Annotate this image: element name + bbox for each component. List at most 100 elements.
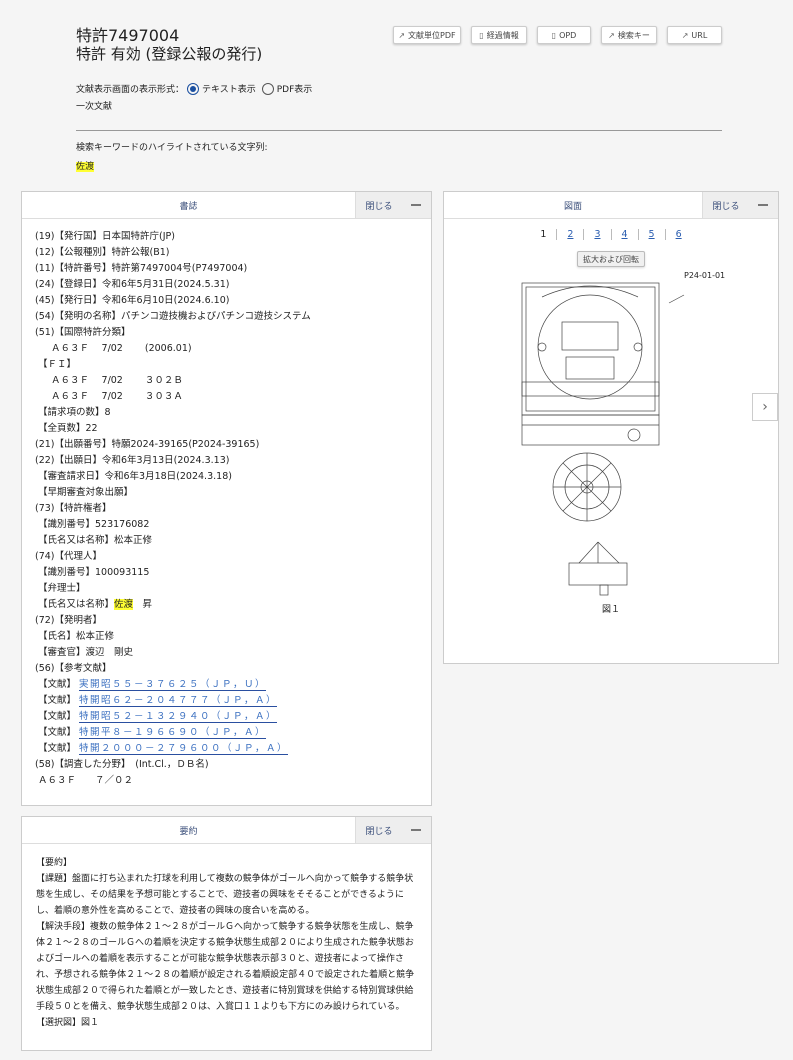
radio-text-label[interactable]: テキスト表示 xyxy=(202,82,256,95)
drawings-close-button[interactable]: 閉じる xyxy=(702,192,778,218)
reference-link[interactable]: 特開平８－１９６６９０（ＪＰ，Ａ） xyxy=(79,727,267,739)
doc-pdf-button[interactable]: ↗ 文献単位PDF xyxy=(393,26,461,44)
biblio-line: (74)【代理人】 xyxy=(35,551,103,562)
reference-link[interactable]: 実開昭５５－３７６２５（ＪＰ，Ｕ） xyxy=(79,679,267,691)
agent-name-line: 【氏名又は名称】佐渡 昇 xyxy=(35,597,431,613)
biblio-line: (73)【特許権者】 xyxy=(35,503,112,514)
radio-pdf-label[interactable]: PDF表示 xyxy=(277,82,313,95)
figure-caption: 図１ xyxy=(601,605,620,615)
biblio-line: 【氏名】松本正修 xyxy=(38,631,115,642)
biblio-line: 【早期審査対象出願】 xyxy=(38,487,134,498)
biblio-line: 【請求項の数】8 xyxy=(38,407,111,418)
biblio-line: 【全頁数】22 xyxy=(38,423,98,434)
field-label: 【文献】 xyxy=(38,743,77,754)
biblio-line: (11)【特許番号】特許第7497004号(P7497004) xyxy=(35,263,248,274)
reference-item: 【文献】 特開平８－１９６６９０（ＪＰ，Ａ） xyxy=(35,725,431,741)
field-label: 【氏名又は名称】 xyxy=(38,599,115,610)
abstract-close-button[interactable]: 閉じる xyxy=(355,817,431,843)
abstract-panel: 要約 閉じる 【要約】 【課題】盤面に打ち込まれた打球を利用して複数の競争体がゴ… xyxy=(21,816,432,1051)
external-link-icon: ↗ xyxy=(398,30,406,40)
biblio-line: (19)【発行国】日本国特許庁(JP) xyxy=(35,231,175,242)
biblio-line: 【氏名又は名称】松本正修 xyxy=(38,535,153,546)
biblio-close-button[interactable]: 閉じる xyxy=(355,192,431,218)
biblio-line: (58)【調査した分野】 (Int.Cl.，ＤＢ名) xyxy=(35,759,209,770)
close-label: 閉じる xyxy=(712,201,740,212)
page-link-2[interactable]: 2 xyxy=(556,229,583,240)
close-label: 閉じる xyxy=(365,201,393,212)
reference-item: 【文献】 特開昭５２－１３２９４０（ＪＰ，Ａ） xyxy=(35,709,431,725)
progress-info-button[interactable]: ▯ 経過情報 xyxy=(471,26,527,44)
page-link-5[interactable]: 5 xyxy=(637,229,665,240)
biblio-panel-title: 書誌 xyxy=(179,201,198,212)
highlighted-keyword: 佐渡 xyxy=(76,162,95,172)
page-link-3[interactable]: 3 xyxy=(583,229,610,240)
biblio-line: Ａ６３Ｆ ７／０２ xyxy=(38,775,134,786)
biblio-line: 【弁理士】 xyxy=(38,583,86,594)
reference-item: 【文献】 実開昭５５－３７６２５（ＪＰ，Ｕ） xyxy=(35,677,431,693)
patent-status: 特許 有効 (登録公報の発行) xyxy=(76,45,263,63)
name-rest: 昇 xyxy=(142,599,153,610)
abstract-solution: 【解決手段】複数の競争体２１～２８がゴールＧへ向かって競争する競争状態を生成し、… xyxy=(36,922,415,1012)
keyword-label: 検索キーワードのハイライトされている文字列: xyxy=(76,143,268,153)
radio-text-view[interactable] xyxy=(187,82,200,95)
field-label: 【文献】 xyxy=(38,711,77,722)
biblio-line: (21)【出願番号】特願2024-39165(P2024-39165) xyxy=(35,439,260,450)
display-format-label: 文献表示画面の表示形式： xyxy=(76,85,185,95)
page-link-6[interactable]: 6 xyxy=(664,229,692,240)
biblio-line: (12)【公報種別】特許公報(B1) xyxy=(35,247,170,258)
display-format: 文献表示画面の表示形式： テキスト表示 PDF表示 xyxy=(76,82,312,95)
page-link-4[interactable]: 4 xyxy=(610,229,638,240)
opd-button[interactable]: ▯ OPD xyxy=(537,26,591,44)
reference-item: 【文献】 特開昭６２－２０４７７７（ＪＰ，Ａ） xyxy=(35,693,431,709)
biblio-panel: 書誌 閉じる (19)【発行国】日本国特許庁(JP) (12)【公報種別】特許公… xyxy=(21,191,432,806)
abstract-heading: 【要約】 xyxy=(36,858,73,868)
biblio-line: 【ＦＩ】 xyxy=(38,359,77,370)
abstract-selected-figure: 【選択図】図１ xyxy=(36,1018,100,1028)
reference-link[interactable]: 特開昭６２－２０４７７７（ＪＰ，Ａ） xyxy=(79,695,278,707)
divider xyxy=(76,130,722,131)
biblio-line: Ａ６３Ｆ 7/02 ３０２Ｂ xyxy=(51,375,183,386)
minimize-icon xyxy=(411,829,422,831)
close-label: 閉じる xyxy=(365,826,393,837)
biblio-line: (54)【発明の名称】パチンコ遊技機およびパチンコ遊技システム xyxy=(35,311,311,322)
biblio-line: Ａ６３Ｆ 7/02 (2006.01) xyxy=(51,343,192,354)
button-label: 検索キー xyxy=(617,30,650,40)
field-label: 【文献】 xyxy=(38,727,77,738)
patent-drawing: P24-01-01 図１ xyxy=(444,267,778,615)
biblio-line: 【識別番号】523176082 xyxy=(38,519,150,530)
biblio-line: (56)【参考文献】 xyxy=(35,663,112,674)
button-label: URL xyxy=(691,30,708,40)
highlighted-keyword: 佐渡 xyxy=(114,599,134,610)
biblio-line: (51)【国際特許分類】 xyxy=(35,327,131,338)
page-1: 1 xyxy=(540,229,547,240)
search-key-button[interactable]: ↗ 検索キー xyxy=(601,26,657,44)
reference-link[interactable]: 特開昭５２－１３２９４０（ＪＰ，Ａ） xyxy=(79,711,278,723)
minimize-icon xyxy=(411,204,422,206)
zoom-rotate-button[interactable]: 拡大および回転 xyxy=(577,251,645,267)
biblio-line: 【審査官】渡辺 剛史 xyxy=(38,647,134,658)
abstract-panel-title: 要約 xyxy=(179,826,198,837)
reference-link[interactable]: 特開２０００－２７９６００（ＪＰ，Ａ） xyxy=(79,743,289,755)
biblio-line: (72)【発明者】 xyxy=(35,615,103,626)
external-link-icon: ↗ xyxy=(681,30,689,40)
minimize-icon xyxy=(758,204,769,206)
biblio-line: Ａ６３Ｆ 7/02 ３０３Ａ xyxy=(51,391,183,402)
document-icon: ▯ xyxy=(551,30,557,40)
reference-item: 【文献】 特開２０００－２７９６００（ＪＰ，Ａ） xyxy=(35,741,431,757)
biblio-line: 【審査請求日】令和6年3月18日(2024.3.18) xyxy=(38,471,232,482)
url-button[interactable]: ↗ URL xyxy=(667,26,722,44)
biblio-line: (45)【発行日】令和6年6月10日(2024.6.10) xyxy=(35,295,230,306)
figure-1-drawing xyxy=(521,282,685,596)
radio-pdf-view[interactable] xyxy=(261,82,274,95)
abstract-content: 【要約】 【課題】盤面に打ち込まれた打球を利用して複数の競争体がゴールへ向かって… xyxy=(22,844,431,1031)
external-link-icon: ↗ xyxy=(608,30,615,40)
abstract-problem: 【課題】盤面に打ち込まれた打球を利用して複数の競争体がゴールへ向かって競争する競… xyxy=(36,874,414,916)
chevron-right-icon: › xyxy=(762,399,768,415)
biblio-line: (22)【出願日】令和6年3月13日(2024.3.13) xyxy=(35,455,230,466)
drawings-panel-title: 図面 xyxy=(563,201,582,212)
field-label: 【文献】 xyxy=(38,695,77,706)
next-drawing-button[interactable]: › xyxy=(752,393,778,421)
drawings-panel: 図面 閉じる 1 2 3 4 5 6 拡大および回転 P24-01-01 図１ xyxy=(443,191,779,664)
button-label: 経過情報 xyxy=(486,30,519,40)
primary-doc-label: 一次文献 xyxy=(76,102,113,112)
